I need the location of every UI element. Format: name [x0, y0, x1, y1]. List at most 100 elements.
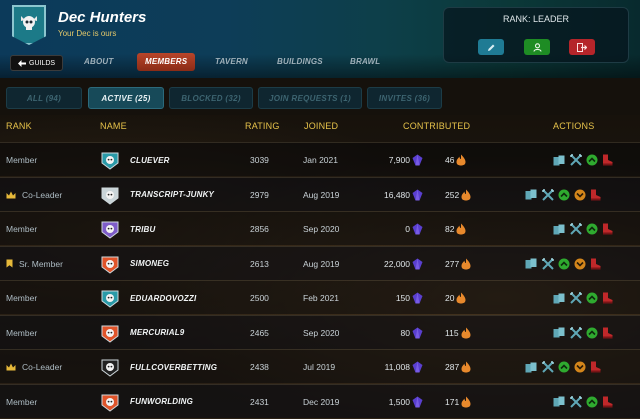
kick-button[interactable]: [590, 189, 601, 201]
player-name[interactable]: TRANSCRIPT-JUNKY: [130, 178, 214, 212]
avatar: [100, 254, 120, 274]
battle-button[interactable]: [570, 154, 582, 166]
joined-date: Sep 2020: [303, 224, 340, 234]
guilds-back-button[interactable]: GUILDS: [10, 55, 64, 71]
battle-button[interactable]: [542, 361, 554, 373]
tab-about[interactable]: ABOUT: [84, 57, 113, 66]
demote-button[interactable]: [574, 361, 586, 373]
battle-button[interactable]: [542, 188, 554, 201]
cards-button[interactable]: [553, 327, 566, 338]
battle-button[interactable]: [542, 257, 554, 270]
player-name[interactable]: EDUARDOVOZZI: [130, 281, 196, 315]
filter-invites[interactable]: INVITES (36): [367, 87, 442, 109]
row-actions: [525, 247, 601, 281]
promote-chevron-icon: [586, 154, 598, 166]
cards-button[interactable]: [553, 155, 566, 166]
col-joined[interactable]: JOINED: [304, 121, 338, 131]
leave-guild-button[interactable]: [569, 39, 595, 55]
pencil-icon: [487, 44, 494, 51]
tab-brawl[interactable]: BRAWL: [350, 57, 380, 66]
tab-buildings[interactable]: BUILDINGS: [277, 57, 323, 66]
guild-name: Dec Hunters: [58, 9, 147, 26]
rank-panel: RANK: LEADER: [443, 7, 629, 63]
dec-contributed: 150: [396, 281, 423, 315]
player-name[interactable]: FULLCOVERBETTING: [130, 350, 217, 384]
battle-button[interactable]: [570, 395, 582, 408]
rank-label: Sr. Member: [19, 258, 63, 269]
joined-date: Aug 2019: [303, 189, 340, 200]
merits-amount: 82: [445, 224, 455, 234]
promote-button[interactable]: [558, 258, 570, 270]
battle-button[interactable]: [570, 223, 582, 235]
boot-icon: [603, 223, 613, 235]
rank-cell: Member: [6, 143, 37, 177]
dec-crystal-icon: [412, 327, 423, 338]
dec-contributed: 7,900: [389, 143, 423, 177]
guild-member-button[interactable]: [524, 39, 550, 55]
battle-button[interactable]: [570, 326, 582, 339]
dec-crystal-icon: [412, 292, 423, 304]
table-row: Member MERCURIAL9 2465 Sep 2020 80 115: [0, 314, 640, 350]
promote-button[interactable]: [558, 189, 570, 201]
battle-button[interactable]: [570, 292, 582, 304]
promote-button[interactable]: [586, 223, 598, 235]
joined-date: Jan 2021: [303, 155, 338, 165]
promote-button[interactable]: [586, 292, 598, 304]
promote-button[interactable]: [558, 361, 570, 373]
player-name[interactable]: CLUEVER: [130, 143, 170, 177]
demote-chevron-icon: [574, 189, 586, 200]
promote-chevron-icon: [558, 361, 570, 373]
merits-amount: 252: [445, 189, 460, 200]
filter-blocked[interactable]: BLOCKED (32): [169, 87, 253, 109]
rating-value: 2431: [250, 396, 269, 407]
promote-chevron-icon: [586, 396, 598, 407]
filter-active[interactable]: ACTIVE (25): [88, 87, 164, 109]
tab-members[interactable]: MEMBERS: [137, 53, 196, 71]
kick-button[interactable]: [602, 396, 613, 408]
cards-icon: [525, 189, 537, 200]
player-name[interactable]: TRIBU: [130, 212, 155, 246]
player-name[interactable]: SIMONEG: [130, 247, 169, 281]
cards-button[interactable]: [525, 362, 538, 373]
arrow-left-icon: [18, 59, 26, 67]
kick-button[interactable]: [602, 292, 613, 304]
merits-contributed: 277: [445, 247, 471, 281]
promote-button[interactable]: [586, 396, 598, 408]
player-name[interactable]: MERCURIAL9: [130, 316, 184, 350]
col-name[interactable]: NAME: [100, 121, 127, 131]
kick-button[interactable]: [590, 361, 601, 373]
cards-button[interactable]: [525, 258, 538, 269]
demote-button[interactable]: [574, 258, 586, 270]
col-rank[interactable]: RANK: [6, 121, 32, 131]
dec-amount: 1,500: [388, 396, 410, 407]
player-name[interactable]: FUNWORLDING: [130, 385, 193, 419]
kick-button[interactable]: [602, 327, 613, 339]
table-row: Co-Leader FULLCOVERBETTING 2438 Jul 2019 11,…: [0, 349, 640, 383]
boot-icon: [603, 292, 613, 304]
edit-guild-button[interactable]: [478, 39, 504, 55]
filter-join-requests[interactable]: JOIN REQUESTS (1): [258, 87, 362, 109]
cards-button[interactable]: [553, 224, 566, 235]
row-actions: [525, 350, 601, 384]
swords-icon: [570, 223, 582, 235]
filter-all[interactable]: ALL (94): [6, 87, 82, 109]
col-contributed[interactable]: CONTRIBUTED: [403, 121, 470, 131]
promote-button[interactable]: [586, 154, 598, 166]
kick-button[interactable]: [602, 223, 613, 235]
merits-amount: 277: [445, 258, 460, 269]
demote-button[interactable]: [574, 189, 586, 201]
boot-icon: [591, 258, 601, 269]
cards-button[interactable]: [553, 293, 566, 304]
dec-crystal-icon: [412, 223, 423, 235]
cards-button[interactable]: [553, 396, 566, 407]
promote-button[interactable]: [586, 327, 598, 339]
cards-button[interactable]: [525, 189, 538, 200]
merits-contributed: 46: [445, 143, 466, 177]
col-rating[interactable]: RATING: [245, 121, 280, 131]
avatar-icon: [101, 256, 119, 274]
row-actions: [525, 212, 613, 246]
kick-button[interactable]: [602, 154, 613, 166]
avatar: [100, 219, 120, 239]
kick-button[interactable]: [590, 258, 601, 270]
tab-tavern[interactable]: TAVERN: [215, 57, 248, 66]
